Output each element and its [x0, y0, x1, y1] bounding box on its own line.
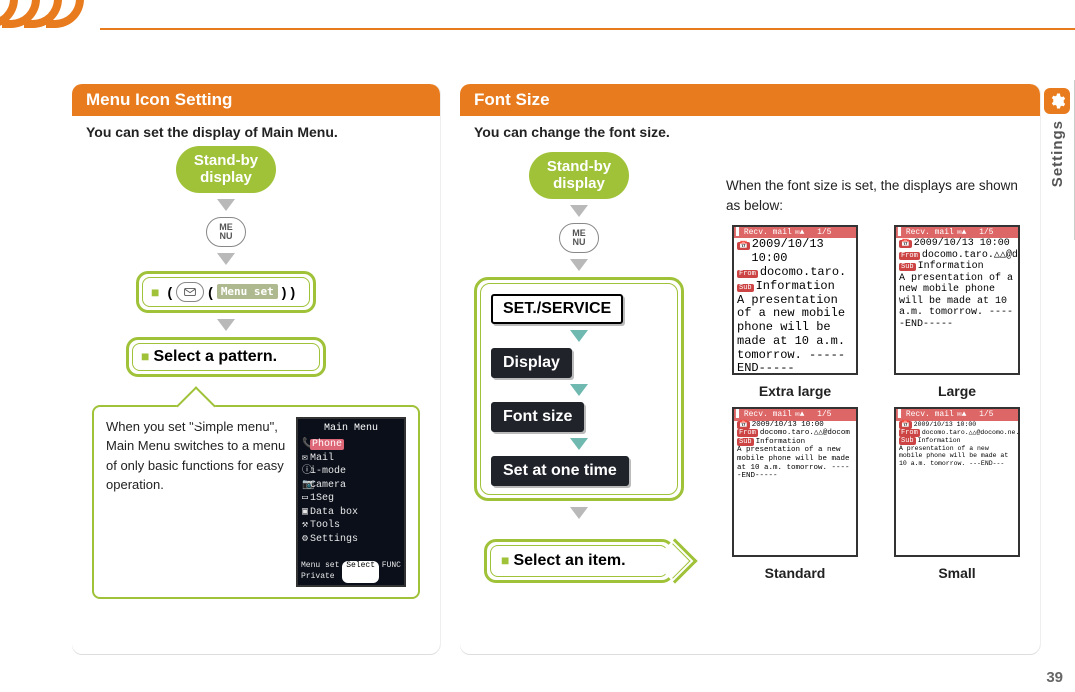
preview-small: ▋Recv. mail✉▲ 1/5 📅2009/10/13 10:00 From…	[894, 407, 1020, 557]
menu-path-frame: SET./SERVICE Display Font size Set at on…	[474, 277, 684, 501]
arrow-down-icon	[570, 330, 588, 342]
label-extra-large: Extra large	[759, 381, 831, 401]
standby-pill: Stand-by display	[529, 152, 629, 199]
simple-menu-note: When you set "Simple menu", Main Menu sw…	[106, 417, 286, 587]
info-lead-text: When the font size is set, the displays …	[726, 176, 1026, 215]
step-set-at-one-time: Set at one time	[491, 456, 629, 486]
step-font-size: Font size	[491, 402, 584, 432]
gear-icon	[1044, 88, 1070, 114]
panel-description: You can change the font size.	[474, 124, 1026, 140]
standby-pill: Stand-by display	[176, 146, 276, 193]
font-size-preview-block: When the font size is set, the displays …	[726, 176, 1026, 584]
page-number: 39	[1046, 669, 1063, 686]
arrow-down-icon	[217, 199, 235, 211]
preview-standard: ▋Recv. mail✉▲ 1/5 📅2009/10/13 10:00 From…	[732, 407, 858, 557]
step-display: Display	[491, 348, 572, 378]
arrow-down-icon	[217, 253, 235, 265]
preview-large: ▋Recv. mail✉▲ 1/5 📅2009/10/13 10:00 From…	[894, 225, 1020, 375]
arrow-down-icon	[570, 384, 588, 396]
mail-icon	[176, 282, 204, 302]
select-pattern-step: Select a pattern.	[153, 348, 277, 365]
arrow-down-icon	[217, 319, 235, 331]
arrow-down-icon	[570, 259, 588, 271]
arrow-down-icon	[570, 205, 588, 217]
panel-font-size: Font Size You can change the font size. …	[460, 84, 1040, 654]
preview-extra-large: ▋Recv. mail✉▲ 1/5 📅2009/10/13 10:00 From…	[732, 225, 858, 375]
main-menu-screenshot: Main Menu 📞Phone ✉Mail ⓘi-mode 📷Camera ▭…	[296, 417, 406, 587]
section-tab-label: Settings	[1049, 120, 1066, 187]
page-header-ornament	[0, 0, 1075, 60]
panel-description: You can set the display of Main Menu.	[86, 124, 426, 140]
select-item-step: ■Select an item.	[484, 539, 674, 583]
arrow-down-icon	[570, 507, 588, 519]
label-standard: Standard	[765, 563, 826, 583]
label-large: Large	[938, 381, 976, 401]
menu-key: ME NU	[206, 217, 246, 247]
panel-header: Menu Icon Setting	[72, 84, 440, 116]
step-set-service: SET./SERVICE	[491, 294, 623, 324]
arrow-down-icon	[570, 438, 588, 450]
menu-set-step: ■ ( (Menu set) )	[151, 282, 295, 302]
menu-key: ME NU	[559, 223, 599, 253]
section-tab: Settings	[1039, 80, 1075, 240]
label-small: Small	[938, 563, 975, 583]
panel-menu-icon-setting: Menu Icon Setting You can set the displa…	[72, 84, 440, 654]
panel-header: Font Size	[460, 84, 1040, 116]
